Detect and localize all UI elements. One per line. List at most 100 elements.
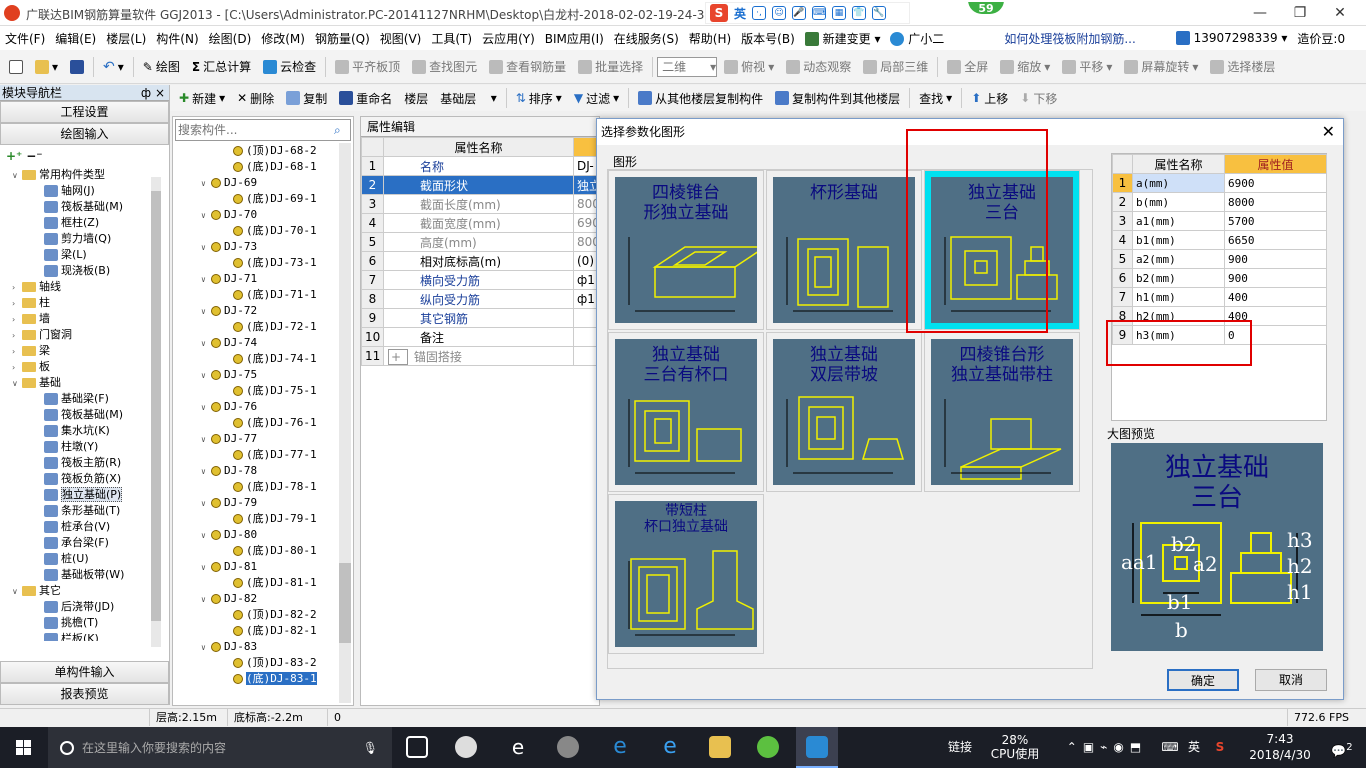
rename-button[interactable]: 重命名	[334, 86, 397, 110]
component-tree-row[interactable]: (底)DJ-76-1	[173, 415, 353, 431]
component-tree-row[interactable]: (顶)DJ-83-2	[173, 655, 353, 671]
chevron-down-icon[interactable]: ∨	[201, 528, 211, 544]
open-button[interactable]: ▾	[30, 55, 63, 79]
tree-item[interactable]: 现浇板(B)	[0, 263, 169, 279]
menu-cloud[interactable]: 云应用(Y)	[477, 30, 540, 47]
menu-floor[interactable]: 楼层(L)	[101, 30, 151, 47]
tree-item[interactable]: 剪力墙(Q)	[0, 231, 169, 247]
flat-top-button[interactable]: 平齐板顶	[330, 55, 405, 79]
close-icon[interactable]: ×	[155, 86, 165, 100]
menu-file[interactable]: 文件(F)	[0, 30, 50, 47]
user-account[interactable]: 13907298339 ▾	[1171, 31, 1293, 46]
browser-360-icon[interactable]	[757, 736, 779, 758]
shape-option[interactable]: 杯形基础	[766, 170, 922, 330]
select-floor-button[interactable]: 选择楼层	[1205, 55, 1280, 79]
param-value-input[interactable]: 900	[1224, 268, 1327, 288]
tree-item[interactable]: 柱墩(Y)	[0, 439, 169, 455]
param-value-input[interactable]: 5700	[1224, 211, 1327, 231]
search-icon[interactable]: ⌕	[334, 123, 341, 138]
table-row[interactable]: 1 名称 DJ-	[361, 156, 600, 176]
component-tree-row[interactable]: (底)DJ-75-1	[173, 383, 353, 399]
chevron-down-icon[interactable]: ∨	[201, 336, 211, 352]
undo-button[interactable]: ↶ ▾	[98, 55, 129, 79]
table-row[interactable]: 10 备注	[361, 327, 600, 347]
param-value-input[interactable]: 6900	[1224, 173, 1327, 193]
cpu-usage[interactable]: 28% CPU使用	[985, 727, 1045, 768]
param-value-input[interactable]: 900	[1224, 249, 1327, 269]
param-value-input[interactable]: 6650	[1224, 230, 1327, 250]
component-tree-row[interactable]: (底)DJ-80-1	[173, 543, 353, 559]
tree-item[interactable]: 挑檐(T)	[0, 615, 169, 631]
tray-language[interactable]: 英	[1184, 727, 1204, 768]
component-tree-row[interactable]: ∨ DJ-75	[173, 367, 353, 383]
drawing-input-button[interactable]: 绘图输入	[0, 123, 169, 145]
notification-badge[interactable]: 59	[966, 0, 1006, 16]
param-value-input[interactable]: 8000	[1224, 192, 1327, 212]
component-tree-row[interactable]: (顶)DJ-82-2	[173, 607, 353, 623]
task-view-icon[interactable]	[406, 736, 428, 758]
component-tree-row[interactable]: ∨ DJ-70	[173, 207, 353, 223]
chevron-down-icon[interactable]: ∨	[12, 168, 22, 184]
tree-item[interactable]: 梁(L)	[0, 247, 169, 263]
tree-item[interactable]: 独立基础(P)	[0, 487, 169, 503]
tree-folder[interactable]: › 墙	[0, 311, 169, 327]
sogou-ime-icon[interactable]: S	[710, 4, 728, 22]
emoji-icon[interactable]: ☺	[772, 6, 787, 20]
component-scrollbar[interactable]	[339, 143, 351, 703]
chevron-down-icon[interactable]: ∨	[12, 584, 22, 600]
pan-button[interactable]: 平移 ▾	[1057, 55, 1117, 79]
tree-folder[interactable]: › 梁	[0, 343, 169, 359]
component-tree-row[interactable]: (底)DJ-73-1	[173, 255, 353, 271]
component-tree-row[interactable]: (底)DJ-77-1	[173, 447, 353, 463]
tree-item[interactable]: 筏板主筋(R)	[0, 455, 169, 471]
table-row[interactable]: 9 其它钢筋	[361, 308, 600, 328]
param-row[interactable]: 9 h3(mm) 0	[1112, 325, 1327, 345]
component-tree-row[interactable]: (底)DJ-72-1	[173, 319, 353, 335]
table-row[interactable]: 5 高度(mm) 800	[361, 232, 600, 252]
table-row[interactable]: 11 + 锚固搭接	[361, 346, 600, 366]
component-scrollbar-thumb[interactable]	[339, 563, 351, 643]
find-element-button[interactable]: 查找图元	[407, 55, 482, 79]
param-value-input[interactable]: 400	[1224, 287, 1327, 307]
menu-edit[interactable]: 编辑(E)	[50, 30, 101, 47]
param-value-input[interactable]: 0	[1224, 325, 1327, 345]
fan-app-icon[interactable]	[455, 736, 477, 758]
keyboard-icon[interactable]: ⌨	[812, 6, 827, 20]
component-tree-row[interactable]: ∨ DJ-73	[173, 239, 353, 255]
tray-sogou-icon[interactable]: S	[1210, 727, 1230, 768]
chevron-down-icon[interactable]: ∨	[12, 376, 22, 392]
chevron-down-icon[interactable]: ∨	[201, 560, 211, 576]
chevron-down-icon[interactable]: ∨	[201, 432, 211, 448]
report-preview-button[interactable]: 报表预览	[0, 683, 169, 705]
nav-scrollbar-thumb[interactable]	[151, 191, 161, 621]
move-up-button[interactable]: ⬆ 上移	[966, 86, 1013, 110]
local-3d-button[interactable]: 局部三维	[858, 55, 933, 79]
chevron-right-icon[interactable]: ›	[12, 312, 22, 328]
spiral-app-icon[interactable]	[557, 736, 579, 758]
menu-rebar-qty[interactable]: 钢筋量(Q)	[310, 30, 375, 47]
param-value-input[interactable]: 400	[1224, 306, 1327, 326]
dynamic-view-button[interactable]: 动态观察	[781, 55, 856, 79]
component-tree-row[interactable]: (底)DJ-81-1	[173, 575, 353, 591]
move-down-button[interactable]: ⬇ 下移	[1015, 86, 1062, 110]
tree-folder[interactable]: › 轴线	[0, 279, 169, 295]
param-row[interactable]: 1 a(mm) 6900	[1112, 173, 1327, 193]
chevron-down-icon[interactable]: ∨	[201, 208, 211, 224]
param-row[interactable]: 8 h2(mm) 400	[1112, 306, 1327, 326]
tree-item[interactable]: 框柱(Z)	[0, 215, 169, 231]
tree-item[interactable]: 后浇带(JD)	[0, 599, 169, 615]
tree-folder[interactable]: ∨ 基础	[0, 375, 169, 391]
component-tree-row[interactable]: ∨ DJ-71	[173, 271, 353, 287]
component-tree-row[interactable]: (底)DJ-83-1	[173, 671, 353, 687]
menu-guangxiaoer[interactable]: 广小二	[885, 30, 949, 47]
shirt-icon[interactable]: 👕	[852, 6, 867, 20]
menu-help[interactable]: 帮助(H)	[684, 30, 736, 47]
chevron-down-icon[interactable]: ∨	[201, 400, 211, 416]
zoom-button[interactable]: 缩放 ▾	[995, 55, 1055, 79]
help-tip-link[interactable]: 如何处理筏板附加钢筋...	[999, 30, 1140, 47]
tree-folder[interactable]: › 门窗洞	[0, 327, 169, 343]
component-tree-row[interactable]: ∨ DJ-80	[173, 527, 353, 543]
component-tree-row[interactable]: (底)DJ-69-1	[173, 191, 353, 207]
menu-tools[interactable]: 工具(T)	[426, 30, 477, 47]
fullscreen-button[interactable]: 全屏	[942, 55, 993, 79]
